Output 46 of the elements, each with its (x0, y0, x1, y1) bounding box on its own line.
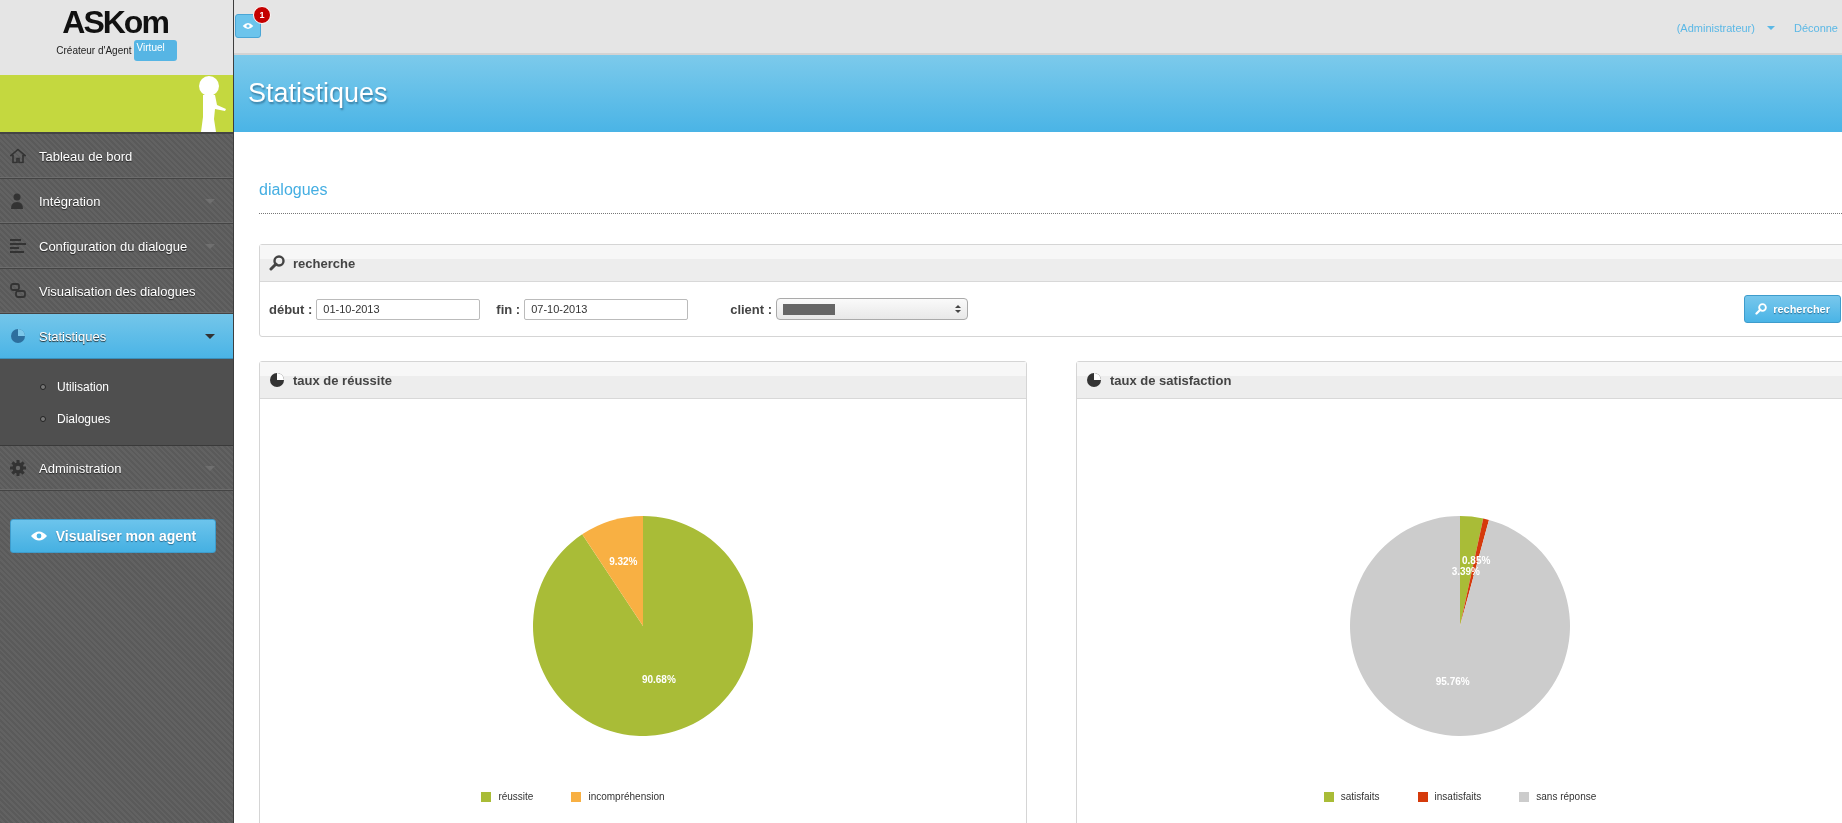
logo-badge: Virtuel (133, 40, 177, 61)
home-icon (10, 148, 26, 164)
notification-badge: 1 (253, 6, 271, 24)
client-select[interactable] (776, 298, 969, 320)
sidebar-item[interactable]: Tableau de bord (0, 134, 233, 179)
page-title: Statistiques (248, 78, 388, 109)
pie-icon (1086, 372, 1102, 388)
gear-icon (10, 460, 26, 476)
lines-icon (10, 239, 26, 253)
sidebar-item[interactable]: Administration (0, 446, 233, 491)
panel-title: taux de réussite (293, 372, 392, 388)
field-label: fin : (496, 301, 521, 317)
pie-icon (269, 372, 285, 388)
legend-label: incompréhension (588, 791, 665, 802)
search-icon (269, 255, 285, 271)
eye-icon (242, 22, 254, 30)
bullet-icon (40, 384, 46, 390)
notification-button[interactable] (235, 14, 261, 38)
eye-icon (29, 530, 48, 542)
legend-label: insatisfaits (1434, 791, 1482, 802)
sidebar-item[interactable]: Configuration du dialogue (0, 224, 233, 269)
search-icon (1755, 303, 1768, 315)
legend-label: satisfaits (1340, 791, 1380, 802)
end-date-field[interactable]: 07-10-2013 (524, 298, 689, 320)
data-label: 9.32% (609, 555, 638, 567)
caret-icon (1766, 26, 1775, 30)
start-date-field[interactable]: 01-10-2013 (316, 298, 481, 320)
panel-title: recherche (293, 255, 356, 271)
chat-icon (10, 283, 26, 299)
logo-tagline: Créateur d'Agent (56, 45, 132, 56)
field-label: début : (269, 301, 313, 317)
section-title: dialogues (259, 181, 1842, 214)
pie-icon (10, 328, 26, 344)
bullet-icon (40, 416, 46, 422)
logo-name: ASKom (62, 4, 168, 40)
sidebar-item[interactable]: Intégration (0, 179, 233, 224)
legend-label: sans réponse (1536, 791, 1597, 802)
person-icon (10, 193, 24, 209)
legend-label: réussite (498, 791, 534, 802)
field-label: client : (730, 301, 773, 317)
data-label: 90.68% (641, 673, 676, 685)
panel-title: taux de satisfaction (1110, 372, 1232, 388)
submenu-item[interactable]: Utilisation (0, 371, 233, 403)
data-label: 3.39% (1451, 566, 1481, 578)
submenu-item[interactable]: Dialogues (0, 403, 233, 435)
data-label: 0.85% (1462, 554, 1491, 566)
